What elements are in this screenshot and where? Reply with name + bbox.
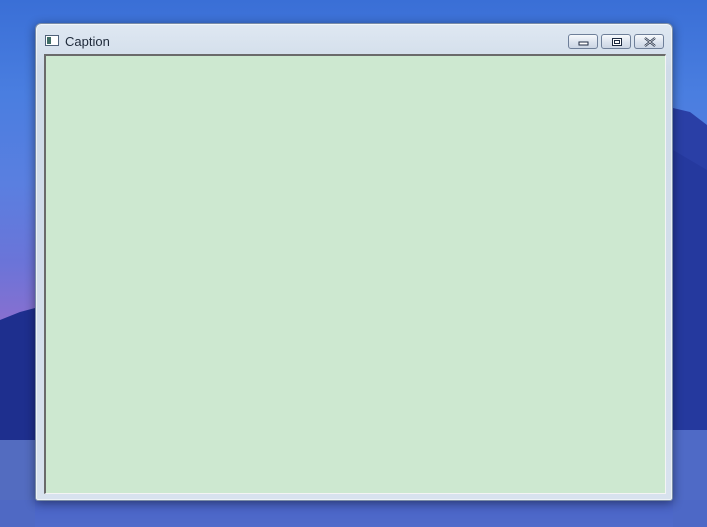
maximize-icon [612,38,622,46]
desktop: Caption [0,0,707,527]
maximize-button[interactable] [601,34,631,49]
minimize-icon [578,41,589,46]
minimize-button[interactable] [568,34,598,49]
close-button[interactable] [634,34,664,49]
close-icon [644,37,656,47]
client-area[interactable] [44,54,666,494]
title-bar[interactable]: Caption [36,24,672,54]
app-window-icon[interactable] [45,35,59,46]
application-window: Caption [35,23,673,501]
window-caption: Caption [65,34,110,49]
